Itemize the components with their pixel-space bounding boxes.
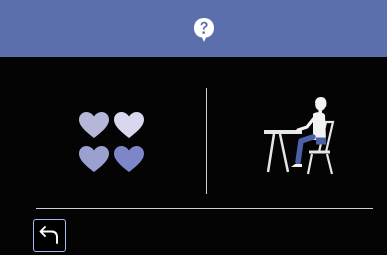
heart-bottom-right (114, 146, 144, 172)
screen (0, 0, 387, 255)
heart-bottom-left (79, 146, 109, 172)
hearts-option[interactable] (78, 111, 146, 173)
horizontal-divider (36, 208, 373, 209)
vertical-divider (206, 88, 207, 194)
back-arrow-icon (39, 226, 58, 244)
heart-top-right (114, 112, 144, 138)
back-button[interactable] (33, 219, 66, 252)
header-bar (0, 0, 387, 57)
question-bubble-icon (194, 18, 214, 42)
person-at-table-option[interactable] (260, 96, 344, 178)
four-hearts-icon (79, 112, 144, 172)
person-at-table-icon (264, 96, 335, 175)
help-button[interactable] (192, 16, 216, 44)
heart-top-left (79, 112, 109, 138)
